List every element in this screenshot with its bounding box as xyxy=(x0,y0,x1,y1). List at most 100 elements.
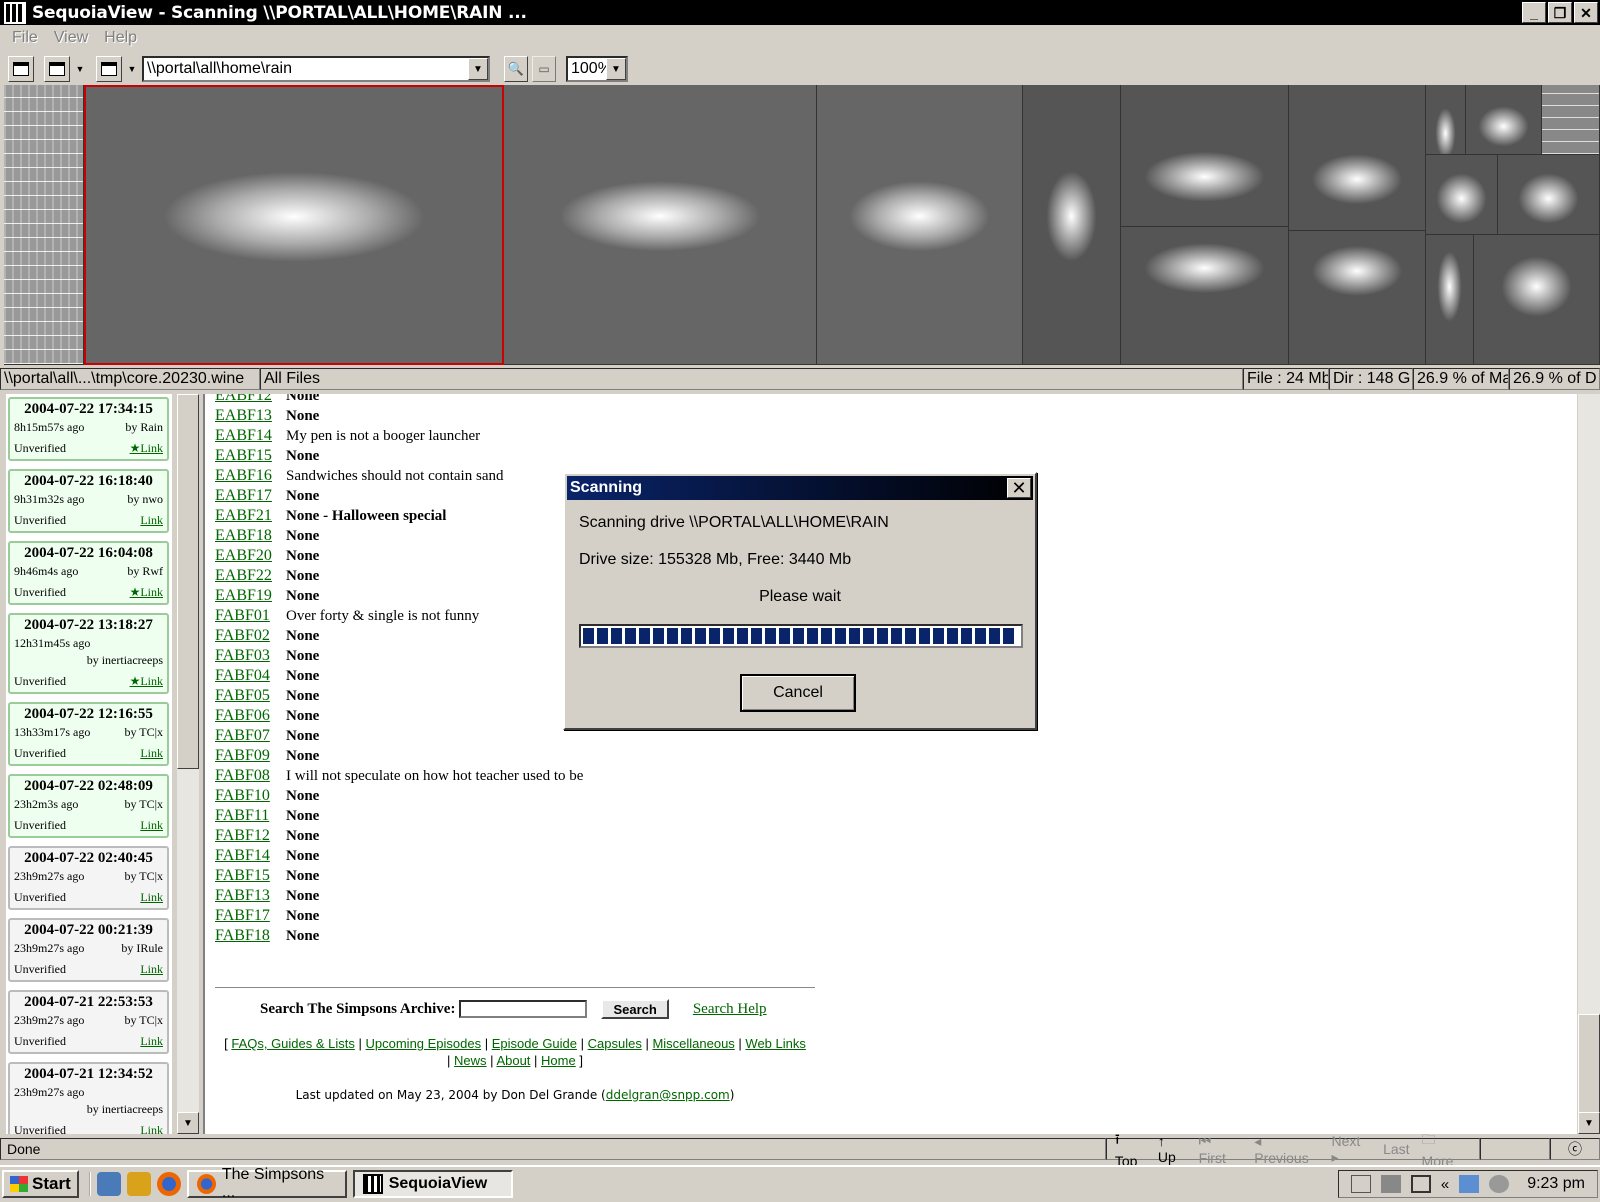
nav-up[interactable]: ↑ Up xyxy=(1158,1133,1187,1165)
cc-icon[interactable]: ⓒ xyxy=(1550,1138,1600,1160)
treemap-cell[interactable] xyxy=(1121,85,1289,227)
episode-code-link[interactable]: EABF18 xyxy=(215,527,286,545)
link-web-links[interactable]: Web Links xyxy=(745,1036,805,1051)
zoom-combobox[interactable]: 100% ▼ xyxy=(566,56,628,82)
link-upcoming-episodes[interactable]: Upcoming Episodes xyxy=(366,1036,482,1051)
episode-code-link[interactable]: EABF12 xyxy=(215,394,286,405)
dialog-close-button[interactable]: ✕ xyxy=(1007,478,1031,498)
episode-code-link[interactable]: FABF05 xyxy=(215,687,286,705)
search-help-link[interactable]: Search Help xyxy=(693,1001,767,1018)
taskbar-simpsons-window[interactable]: The Simpsons ... xyxy=(186,1166,347,1201)
episode-code-link[interactable]: FABF01 xyxy=(215,607,286,625)
treemap-cell[interactable] xyxy=(1498,155,1600,235)
menu-file[interactable]: File xyxy=(4,29,46,47)
sidebar-scrollbar[interactable]: ▼ xyxy=(177,394,199,1134)
episode-code-link[interactable]: EABF16 xyxy=(215,467,286,485)
menu-help[interactable]: Help xyxy=(96,29,145,47)
episode-code-link[interactable]: FABF02 xyxy=(215,627,286,645)
link-home[interactable]: Home xyxy=(541,1053,576,1068)
sidebar-scroll-down-button[interactable]: ▼ xyxy=(177,1112,199,1134)
episode-code-link[interactable]: EABF17 xyxy=(215,487,286,505)
search-button[interactable]: Search xyxy=(601,999,669,1019)
taskbar-sequoiaview-window[interactable]: SequoiaView xyxy=(352,1169,513,1198)
episode-code-link[interactable]: FABF10 xyxy=(215,787,286,805)
nav-previous[interactable]: ◂ Previous xyxy=(1254,1133,1319,1166)
treemap-cell[interactable] xyxy=(1466,85,1542,155)
zoom-dropdown-button[interactable]: ▼ xyxy=(606,58,626,80)
episode-code-link[interactable]: FABF18 xyxy=(215,927,286,945)
entry-link[interactable]: Link xyxy=(140,818,163,833)
episode-code-link[interactable]: FABF08 xyxy=(215,767,286,785)
episode-code-link[interactable]: FABF03 xyxy=(215,647,286,665)
treemap-cell[interactable] xyxy=(1426,235,1474,365)
keyboard-icon[interactable] xyxy=(1350,1175,1371,1193)
episode-code-link[interactable]: EABF14 xyxy=(215,427,286,445)
episode-code-link[interactable]: FABF09 xyxy=(215,747,286,765)
treemap-cell[interactable] xyxy=(1542,85,1600,155)
treemap-cell[interactable] xyxy=(1289,231,1426,365)
episode-code-link[interactable]: FABF17 xyxy=(215,907,286,925)
treemap-cell[interactable] xyxy=(1474,235,1600,365)
episode-code-link[interactable]: EABF13 xyxy=(215,407,286,425)
treemap-cell[interactable] xyxy=(1023,85,1121,365)
episode-code-link[interactable]: FABF13 xyxy=(215,887,286,905)
link-capsules[interactable]: Capsules xyxy=(588,1036,642,1051)
link-news[interactable]: News xyxy=(454,1053,487,1068)
sequoiaview-app-icon[interactable] xyxy=(4,1,26,24)
treemap-cell[interactable] xyxy=(1426,155,1498,235)
firefox-icon[interactable] xyxy=(156,1171,181,1196)
episode-code-link[interactable]: FABF14 xyxy=(215,847,286,865)
display-icon[interactable] xyxy=(1410,1175,1431,1193)
volume-icon[interactable] xyxy=(1489,1175,1510,1193)
sidebar-scroll-thumb[interactable] xyxy=(177,394,199,769)
entry-link[interactable]: Link xyxy=(140,890,163,905)
link-about[interactable]: About xyxy=(496,1053,530,1068)
entry-link[interactable]: ★Link xyxy=(130,585,163,600)
display-mode-button[interactable] xyxy=(96,56,122,82)
menu-view[interactable]: View xyxy=(46,29,96,47)
episode-code-link[interactable]: EABF22 xyxy=(215,567,286,585)
nav-more[interactable]: 🗀 More xyxy=(1422,1129,1472,1169)
episode-code-link[interactable]: FABF06 xyxy=(215,707,286,725)
nav-top[interactable]: ⭱ Top xyxy=(1115,1129,1146,1169)
scan-drive-button[interactable] xyxy=(8,56,34,82)
color-scheme-dropdown[interactable]: ▼ xyxy=(74,56,86,82)
entry-link[interactable]: Link xyxy=(140,513,163,528)
episode-code-link[interactable]: FABF11 xyxy=(215,807,286,825)
computer-icon[interactable] xyxy=(1459,1175,1480,1193)
display-mode-dropdown[interactable]: ▼ xyxy=(126,56,138,82)
app-icon[interactable] xyxy=(126,1171,151,1196)
entry-link[interactable]: Link xyxy=(140,962,163,977)
episode-code-link[interactable]: FABF12 xyxy=(215,827,286,845)
treemap-small-files-region[interactable] xyxy=(4,85,84,365)
zoom-in-button[interactable]: 🔍 xyxy=(504,56,528,82)
treemap-cell[interactable] xyxy=(817,85,1023,365)
entry-link[interactable]: ★Link xyxy=(130,441,163,456)
network-icon[interactable] xyxy=(1380,1175,1401,1193)
treemap-view[interactable] xyxy=(4,85,1600,365)
start-button[interactable]: Start xyxy=(2,1169,79,1198)
treemap-cell[interactable] xyxy=(504,85,817,365)
path-combobox[interactable]: \\portal\all\home\rain ▼ xyxy=(142,56,490,82)
episode-code-link[interactable]: FABF04 xyxy=(215,667,286,685)
content-scrollbar[interactable]: ▼ xyxy=(1578,394,1600,1134)
entry-link[interactable]: Link xyxy=(140,746,163,761)
cancel-button[interactable]: Cancel xyxy=(740,674,856,712)
show-desktop-icon[interactable] xyxy=(96,1171,121,1196)
content-scroll-down-button[interactable]: ▼ xyxy=(1578,1112,1600,1134)
episode-code-link[interactable]: EABF15 xyxy=(215,447,286,465)
link-faqs[interactable]: FAQs, Guides & Lists xyxy=(231,1036,355,1051)
episode-code-link[interactable]: EABF21 xyxy=(215,507,286,525)
entry-link[interactable]: Link xyxy=(140,1034,163,1049)
link-episode-guide[interactable]: Episode Guide xyxy=(492,1036,577,1051)
tray-expand-icon[interactable]: « xyxy=(1441,1176,1449,1193)
nav-last[interactable]: Last xyxy=(1383,1141,1409,1157)
path-dropdown-button[interactable]: ▼ xyxy=(468,58,488,80)
treemap-cell[interactable] xyxy=(1121,227,1289,365)
episode-code-link[interactable]: EABF20 xyxy=(215,547,286,565)
treemap-cell[interactable] xyxy=(1289,85,1426,231)
close-button[interactable]: ✕ xyxy=(1574,2,1598,23)
restore-button[interactable]: ❐ xyxy=(1548,2,1572,23)
episode-code-link[interactable]: FABF07 xyxy=(215,727,286,745)
content-scroll-thumb[interactable] xyxy=(1578,1014,1600,1114)
